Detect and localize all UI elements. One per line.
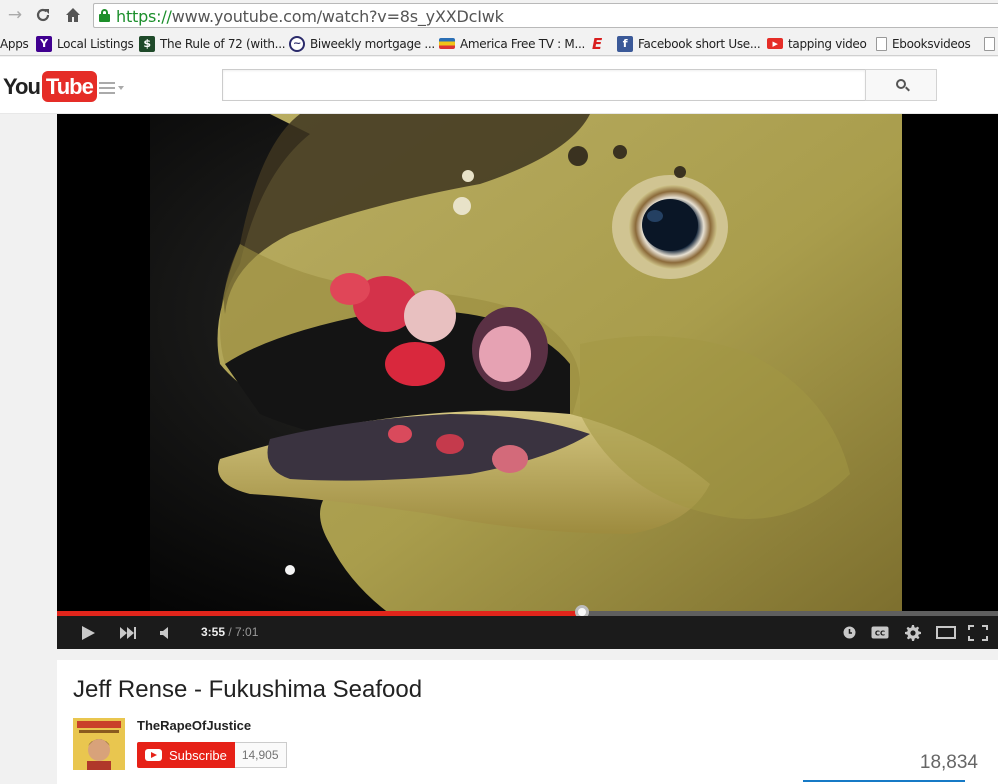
next-icon	[120, 626, 136, 639]
flag-icon	[439, 38, 455, 49]
e-logo-icon: E	[592, 34, 602, 53]
bookmark-local-listings[interactable]: Y Local Listings	[36, 35, 134, 52]
bookmark-ebooksvideos[interactable]: Ebooksvideos	[876, 35, 971, 52]
theater-mode-button[interactable]	[934, 616, 958, 649]
subscribe-button[interactable]: Subscribe	[137, 742, 235, 768]
video-frame[interactable]	[150, 114, 902, 614]
clock-icon	[843, 626, 855, 639]
video-title: Jeff Rense - Fukushima Seafood	[73, 676, 423, 703]
url-text: https://www.youtube.com/watch?v=8s_yXXDc…	[116, 7, 504, 26]
play-icon	[82, 625, 95, 640]
channel-name[interactable]: TheRapeOfJustice	[137, 718, 251, 733]
youtube-icon: ▶	[767, 38, 783, 49]
watch-later-button[interactable]	[839, 616, 859, 649]
bookmarks-bar: Apps Y Local Listings $ The Rule of 72 (wi…	[0, 31, 998, 56]
search-input[interactable]	[222, 69, 866, 101]
bookmark-rule-of-72[interactable]: $ The Rule of 72 (with...	[139, 35, 286, 52]
channel-avatar-image	[73, 718, 125, 770]
search-button[interactable]	[865, 69, 937, 101]
home-icon[interactable]	[62, 4, 84, 26]
volume-button[interactable]	[153, 616, 179, 649]
dollar-icon: $	[139, 35, 155, 52]
lock-icon	[99, 9, 110, 22]
reload-icon[interactable]	[32, 4, 54, 26]
bookmark-tapping-video[interactable]: ▶ tapping video	[767, 35, 867, 52]
youtube-header: You Tube	[0, 57, 998, 114]
youtube-logo[interactable]: You Tube	[3, 71, 97, 102]
subscriber-count: 14,905	[234, 742, 287, 768]
fullscreen-button[interactable]	[966, 616, 990, 649]
back-arrow-icon[interactable]: →	[4, 4, 26, 26]
address-bar[interactable]: https://www.youtube.com/watch?v=8s_yXXDc…	[93, 3, 998, 28]
guide-menu-icon[interactable]	[99, 82, 125, 94]
bookmark-e-logo[interactable]: E	[589, 34, 610, 53]
video-info-panel: Jeff Rense - Fukushima Seafood TheRapeOf…	[57, 660, 998, 784]
bookmark-facebook-short[interactable]: f Facebook short Use...	[617, 35, 761, 52]
youtube-play-icon	[145, 749, 162, 761]
next-button[interactable]	[115, 616, 141, 649]
settings-button[interactable]	[902, 616, 924, 649]
gear-icon	[905, 624, 921, 641]
bookmark-apps[interactable]: Apps	[0, 35, 29, 52]
browser-toolbar: → https://www.youtube.com/watch?v=8s_yXX…	[0, 0, 998, 31]
time-display: 3:55 / 7:01	[201, 625, 259, 639]
subscribe-group: Subscribe 14,905	[137, 742, 287, 768]
chart-circle-icon: ~	[289, 35, 305, 52]
facebook-icon: f	[617, 35, 633, 52]
bookmark-america-free-tv[interactable]: America Free TV : M...	[439, 35, 585, 52]
view-count: 18,834	[919, 752, 978, 773]
sentiment-bar	[803, 780, 965, 782]
play-button[interactable]	[75, 616, 101, 649]
page-icon	[984, 36, 995, 51]
channel-avatar[interactable]	[73, 718, 125, 770]
captions-button[interactable]: CC	[869, 616, 891, 649]
svg-text:CC: CC	[875, 630, 885, 638]
page-icon	[876, 36, 887, 51]
video-thumbnail-image	[150, 114, 902, 614]
yahoo-icon: Y	[36, 35, 52, 52]
player-controls: 3:55 / 7:01 CC	[57, 616, 998, 649]
cc-icon: CC	[871, 626, 889, 639]
bookmark-biweekly-mortgage[interactable]: ~ Biweekly mortgage ...	[289, 35, 435, 52]
fullscreen-icon	[968, 624, 988, 641]
video-player[interactable]: 3:55 / 7:01 CC	[57, 114, 998, 649]
theater-icon	[936, 626, 956, 639]
speaker-icon	[160, 626, 168, 639]
bookmark-overflow[interactable]	[984, 35, 998, 52]
